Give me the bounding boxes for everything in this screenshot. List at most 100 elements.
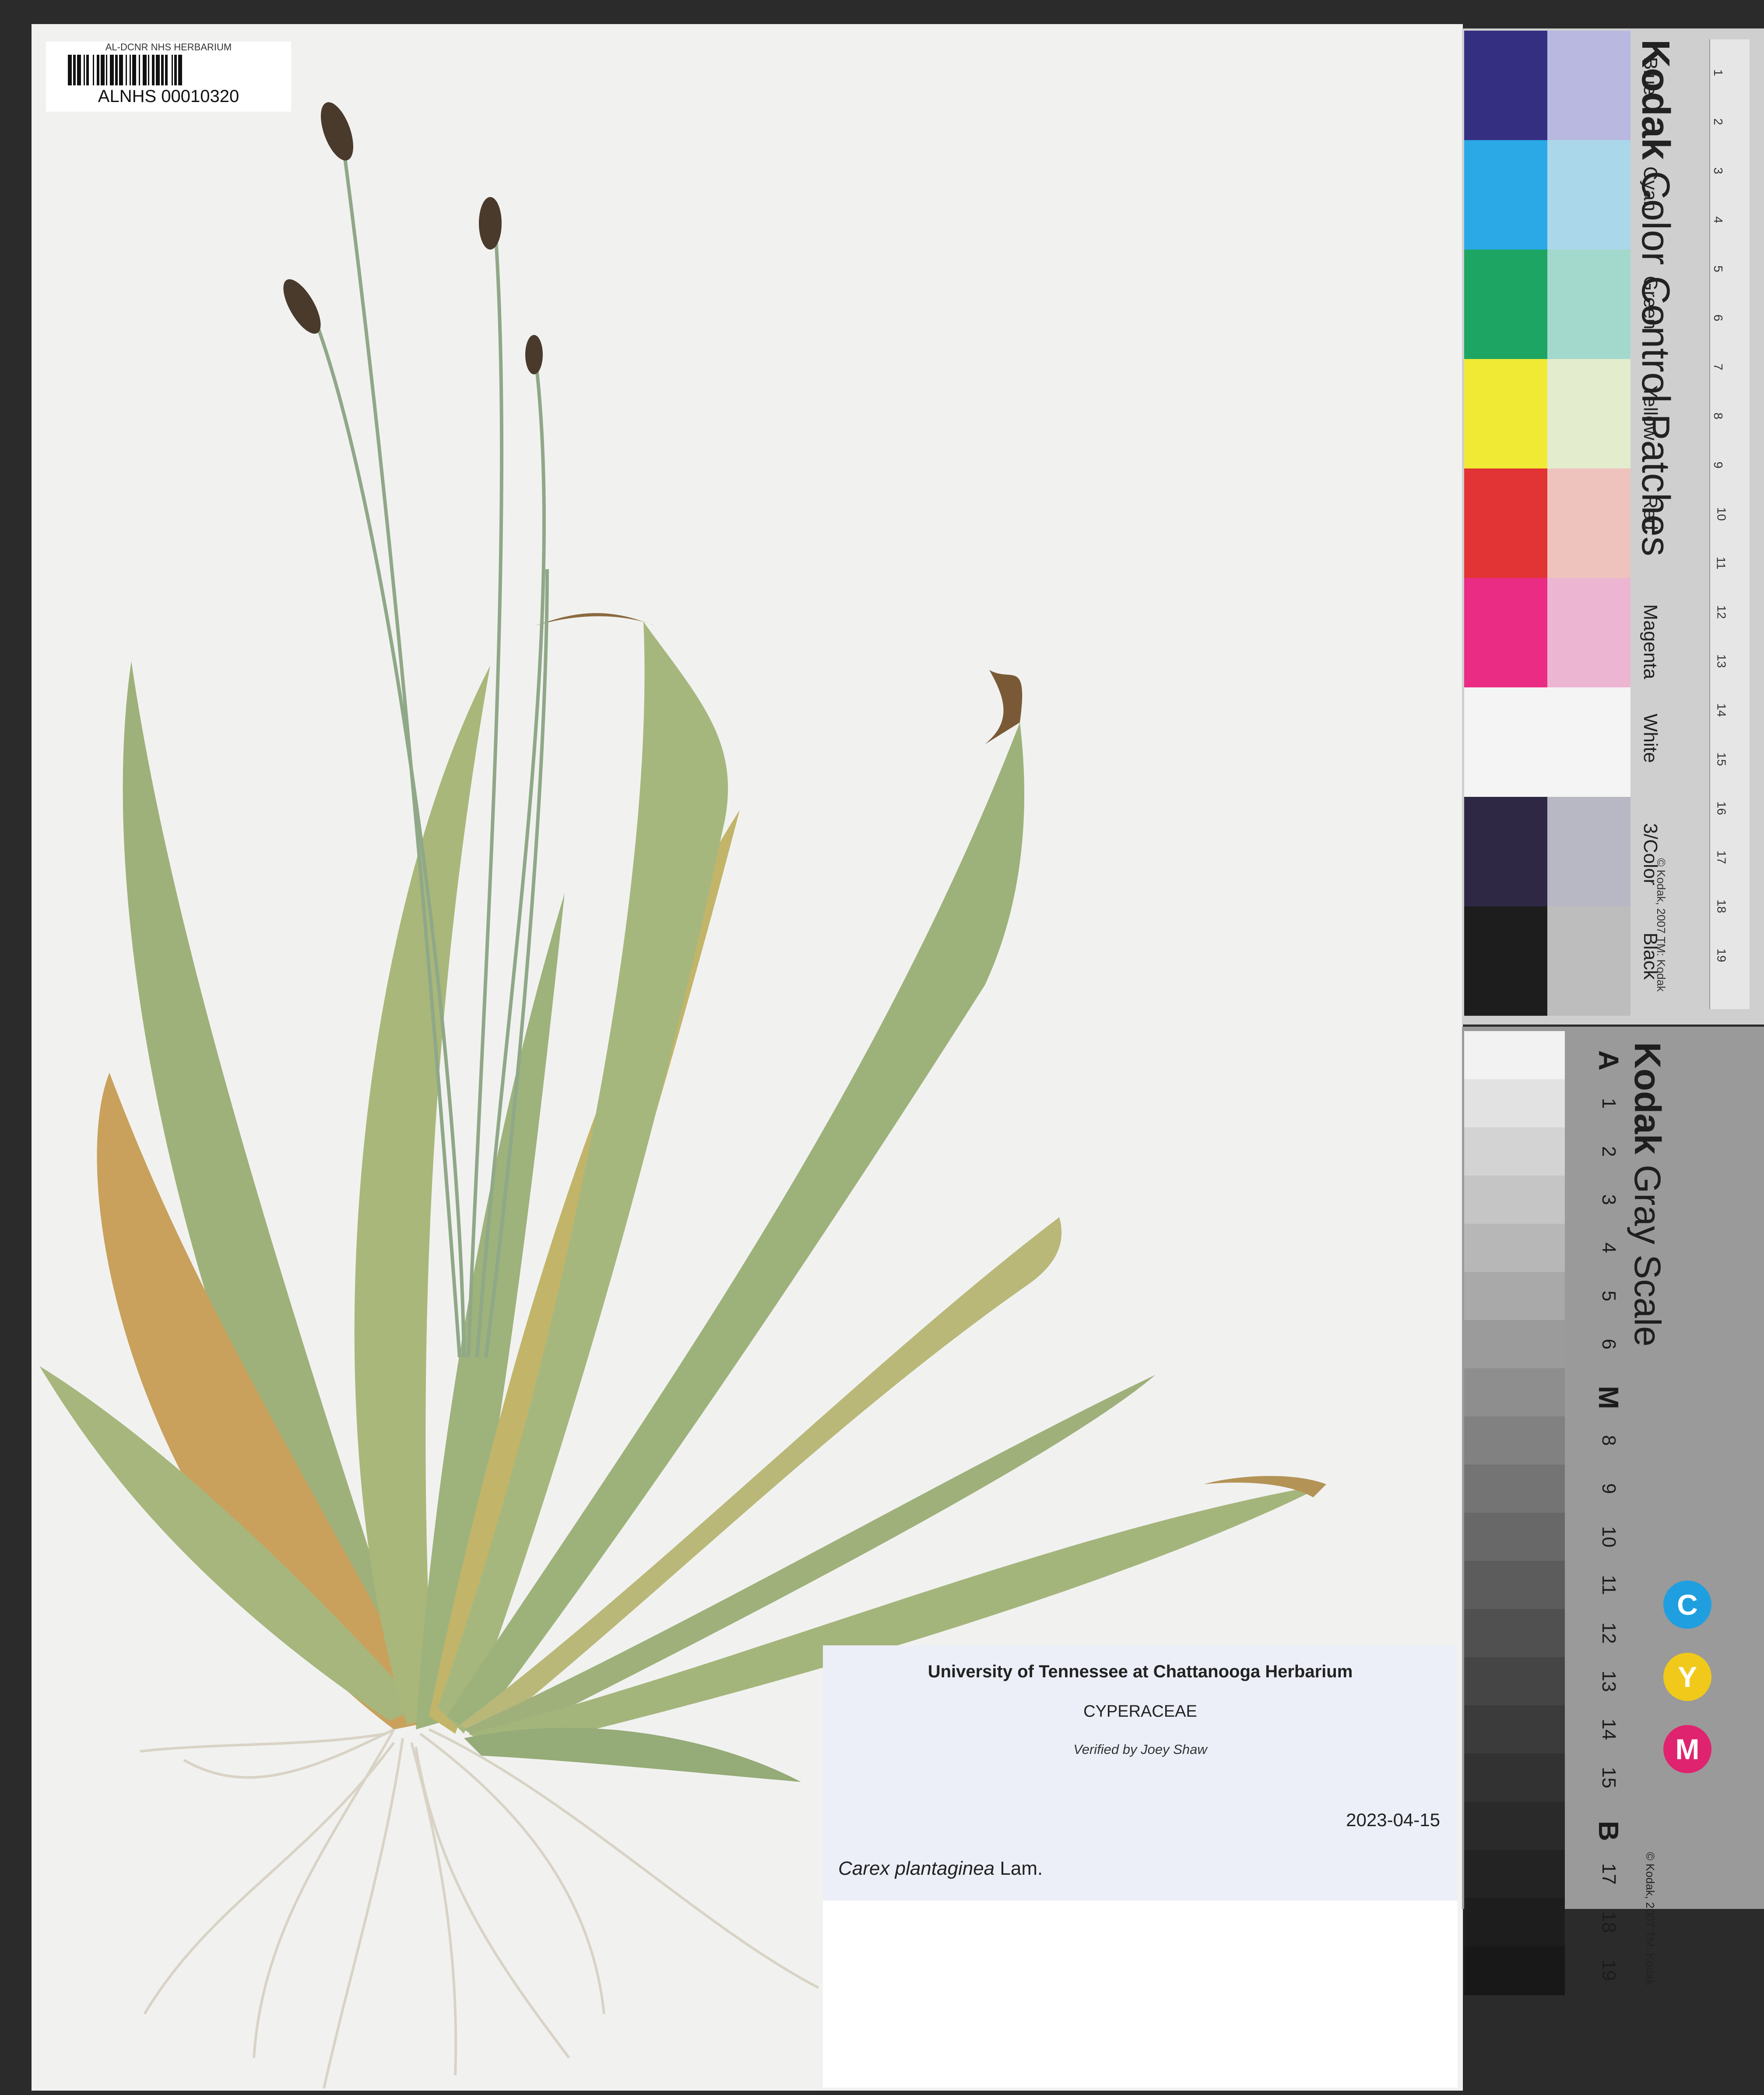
ruler-number: 8 bbox=[1711, 412, 1725, 419]
gray-step bbox=[1464, 1031, 1565, 1080]
gray-step-label: 11 bbox=[1598, 1575, 1620, 1595]
gray-step bbox=[1464, 1946, 1565, 1995]
color-patch-label: White bbox=[1640, 714, 1661, 763]
color-patch-red bbox=[1464, 468, 1547, 578]
label-name-author: Lam. bbox=[1000, 1858, 1043, 1879]
gray-step-label: A bbox=[1593, 1050, 1624, 1071]
cmy-dot-m: M bbox=[1663, 1725, 1711, 1773]
ruler-number: 7 bbox=[1711, 363, 1725, 370]
color-patch-light-blue bbox=[1547, 31, 1630, 140]
gray-step bbox=[1464, 1416, 1565, 1465]
gray-step-label: 18 bbox=[1598, 1911, 1620, 1933]
gray-step bbox=[1464, 1609, 1565, 1658]
ruler-number: 19 bbox=[1715, 948, 1729, 962]
color-patch-cyan bbox=[1464, 140, 1547, 250]
gray-card-brand: Kodak bbox=[1627, 1042, 1668, 1155]
ruler-number: 14 bbox=[1715, 703, 1729, 717]
gray-step bbox=[1464, 1079, 1565, 1128]
gray-step bbox=[1464, 1465, 1565, 1514]
color-patch-light-magenta bbox=[1547, 578, 1630, 687]
gray-step-label: 3 bbox=[1598, 1194, 1620, 1205]
color-patch-yellow bbox=[1464, 359, 1547, 468]
ruler-number: 6 bbox=[1711, 314, 1725, 321]
color-patch-light-green bbox=[1547, 250, 1630, 359]
gray-step bbox=[1464, 1176, 1565, 1225]
gray-step bbox=[1464, 1127, 1565, 1176]
color-patch-light-3-color bbox=[1547, 797, 1630, 906]
gray-step bbox=[1464, 1753, 1565, 1803]
gray-step-label: 14 bbox=[1598, 1718, 1620, 1740]
color-patch-light-red bbox=[1547, 468, 1630, 578]
gray-step-label: 13 bbox=[1598, 1670, 1620, 1692]
label-verified: Verified by Joey Shaw bbox=[1073, 1742, 1207, 1757]
label-family: CYPERACEAE bbox=[1083, 1702, 1197, 1721]
leaves bbox=[39, 613, 1326, 1782]
ruler-number: 17 bbox=[1715, 850, 1729, 864]
gray-step bbox=[1464, 1561, 1565, 1610]
ruler-number: 2 bbox=[1711, 118, 1725, 125]
cmy-dot-c: C bbox=[1663, 1581, 1711, 1629]
color-patch-black bbox=[1464, 906, 1547, 1016]
gray-step bbox=[1464, 1898, 1565, 1947]
gray-step-label: 8 bbox=[1598, 1435, 1620, 1446]
color-patch-label: Cyan bbox=[1640, 166, 1661, 211]
ruler-number: 10 bbox=[1715, 507, 1729, 521]
color-patch-label: Yellow bbox=[1640, 385, 1661, 440]
color-patch-light-cyan bbox=[1547, 140, 1630, 250]
label-date: 2023-04-15 bbox=[1346, 1810, 1440, 1830]
ruler-number: 15 bbox=[1715, 752, 1729, 766]
gray-step-label: 19 bbox=[1598, 1959, 1620, 1981]
gray-step-label: 5 bbox=[1598, 1290, 1620, 1302]
gray-step bbox=[1464, 1657, 1565, 1706]
color-patch-label: Magenta bbox=[1640, 604, 1661, 680]
spikes bbox=[283, 102, 543, 374]
color-patch-label: Green bbox=[1640, 276, 1661, 330]
label-name-italic: Carex plantaginea bbox=[838, 1858, 995, 1879]
ruler: 1 2 3 4 5 6 7 8 9 10 11 12 13 14 15 16 17 18 19 bbox=[1709, 39, 1750, 1009]
gray-step bbox=[1464, 1802, 1565, 1851]
ruler-number: 16 bbox=[1715, 801, 1729, 815]
cmy-dot-y: Y bbox=[1663, 1653, 1711, 1701]
gray-card-title-text: Gray Scale bbox=[1627, 1165, 1668, 1347]
ruler-number: 3 bbox=[1711, 167, 1725, 174]
color-patch-label: Blue bbox=[1640, 57, 1661, 96]
ruler-number: 9 bbox=[1711, 461, 1725, 468]
gray-step bbox=[1464, 1705, 1565, 1754]
label-institution: University of Tennessee at Chattanooga H… bbox=[928, 1662, 1353, 1681]
color-patch-white bbox=[1464, 687, 1547, 797]
color-patch-blue bbox=[1464, 31, 1547, 140]
gray-step bbox=[1464, 1272, 1565, 1321]
ruler-number: 1 bbox=[1711, 69, 1725, 76]
gray-step-label: 12 bbox=[1598, 1622, 1620, 1644]
gray-step-label: M bbox=[1593, 1386, 1624, 1409]
gray-step-label: 1 bbox=[1598, 1098, 1620, 1109]
ruler-number: 11 bbox=[1714, 556, 1728, 570]
color-patch-green bbox=[1464, 250, 1547, 359]
roots bbox=[140, 1728, 819, 2089]
gray-step bbox=[1464, 1850, 1565, 1899]
gray-step-label: 2 bbox=[1598, 1146, 1620, 1157]
ruler-number: 5 bbox=[1711, 265, 1725, 272]
gray-step-label: 6 bbox=[1598, 1338, 1620, 1350]
gray-card-copyright: © Kodak, 2007 TM: Kodak bbox=[1644, 1852, 1657, 1986]
color-patch-light-white bbox=[1547, 687, 1630, 797]
gray-step-label: 15 bbox=[1598, 1767, 1620, 1789]
gray-step-label: B bbox=[1593, 1820, 1624, 1841]
gray-step bbox=[1464, 1513, 1565, 1562]
ruler-number: 13 bbox=[1715, 654, 1729, 668]
color-patch-light-yellow bbox=[1547, 359, 1630, 468]
ruler-number: 18 bbox=[1715, 899, 1729, 913]
gray-step bbox=[1464, 1224, 1565, 1273]
color-patch-light-black bbox=[1547, 906, 1630, 1016]
color-patch-3-color bbox=[1464, 797, 1547, 906]
color-card-copyright: © Kodak, 2007 TM: Kodak bbox=[1655, 858, 1668, 992]
specimen-label: University of Tennessee at Chattanooga H… bbox=[823, 1645, 1458, 2088]
color-patch-magenta bbox=[1464, 578, 1547, 687]
label-scientific-name: Carex plantaginea Lam. bbox=[838, 1858, 1043, 1880]
gray-step-label: 9 bbox=[1598, 1483, 1620, 1494]
gray-step-label: 17 bbox=[1598, 1863, 1620, 1885]
gray-card-title: Kodak Gray Scale bbox=[1626, 1042, 1669, 1347]
gray-step-label: 4 bbox=[1598, 1242, 1620, 1253]
color-patch-label: Red bbox=[1640, 495, 1661, 530]
gray-step-label: 10 bbox=[1598, 1526, 1620, 1548]
